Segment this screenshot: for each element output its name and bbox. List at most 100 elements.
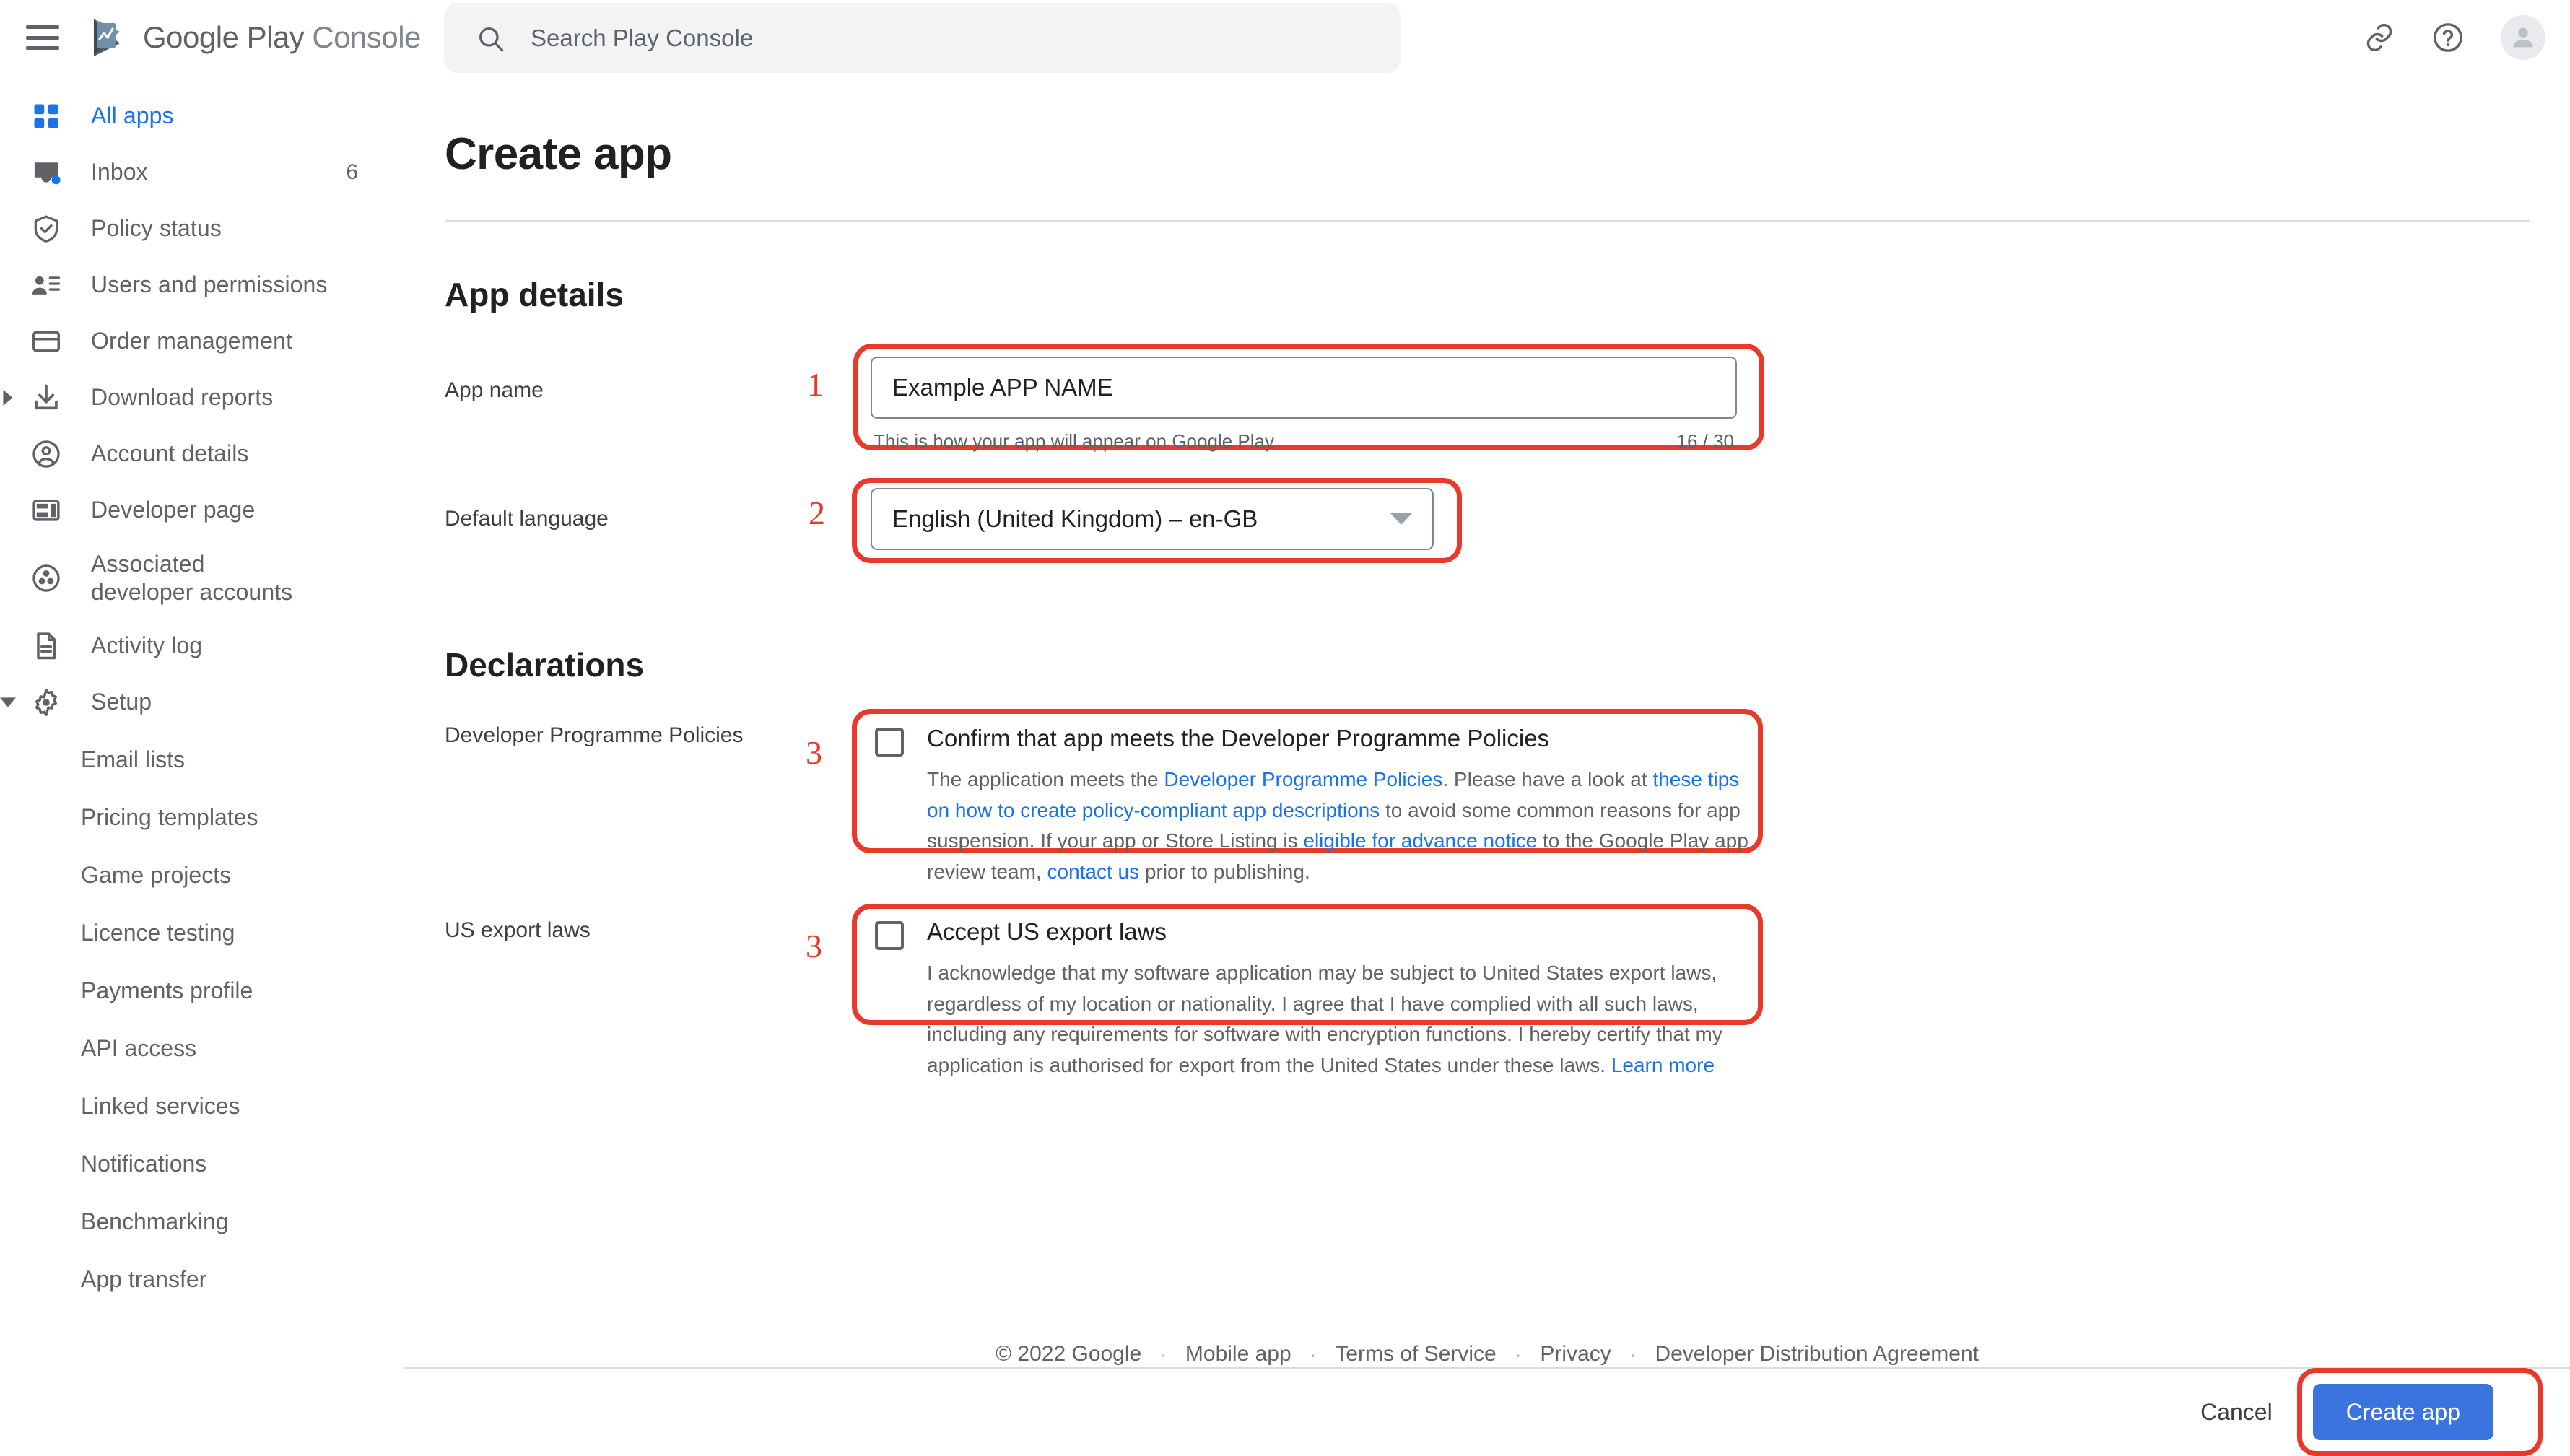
policies-text-5: prior to publishing.: [1139, 860, 1310, 883]
sidebar-item-order-management[interactable]: Order management: [0, 313, 404, 370]
top-bar-actions: [2364, 0, 2545, 75]
footer-link-mobile-app[interactable]: Mobile app: [1185, 1342, 1291, 1366]
grid-apps-icon: [26, 96, 66, 136]
sidebar-item-download-reports[interactable]: Download reports: [0, 370, 404, 426]
footer-separator: ·: [1630, 1343, 1637, 1366]
sidebar-item-setup[interactable]: Setup: [0, 674, 404, 731]
sidebar-subitem-email-lists[interactable]: Email lists: [0, 731, 404, 788]
inbox-badge-count: 6: [346, 160, 358, 185]
sidebar-item-label: Users and permissions: [91, 271, 328, 299]
app-name-character-counter: 16 / 30: [1676, 430, 1734, 453]
app-name-value: Example APP NAME: [892, 374, 1113, 401]
avatar[interactable]: [2501, 15, 2545, 60]
policies-description: The application meets the Developer Prog…: [927, 764, 1757, 887]
sidebar-subitem-licence-testing[interactable]: Licence testing: [0, 904, 404, 962]
footer-link-developer-distribution-agreement[interactable]: Developer Distribution Agreement: [1655, 1342, 1979, 1366]
us-export-laws-checkbox-title: Accept US export laws: [927, 917, 1750, 946]
sidebar-subitem-notifications[interactable]: Notifications: [0, 1135, 404, 1193]
sidebar-subitem-api-access[interactable]: API access: [0, 1019, 404, 1077]
us-export-laws-checkbox[interactable]: [875, 921, 904, 950]
brand-logo[interactable]: Google PlayConsole: [91, 17, 421, 58]
shield-check-icon: [26, 209, 66, 249]
sidebar-item-label: Associated developer accounts: [91, 550, 308, 606]
google-play-logo-icon: [91, 17, 128, 58]
sidebar-item-users-and-permissions[interactable]: Users and permissions: [0, 257, 404, 313]
footer-separator: ·: [1310, 1343, 1317, 1366]
sidebar-item-account-details[interactable]: Account details: [0, 426, 404, 482]
sidebar-item-activity-log[interactable]: Activity log: [0, 618, 404, 674]
default-language-select[interactable]: English (United Kingdom) – en-GB: [871, 488, 1434, 550]
cancel-button[interactable]: Cancel: [2200, 1399, 2273, 1426]
policies-text-2: . Please have a look at: [1442, 768, 1652, 790]
page-title: Create app: [445, 128, 2570, 180]
sidebar-item-policy-status[interactable]: Policy status: [0, 201, 404, 257]
credit-card-icon: [26, 321, 66, 362]
sidebar-item-label: Policy status: [91, 214, 222, 243]
export-text-1: I acknowledge that my software applicati…: [927, 962, 1722, 1076]
top-app-bar: Google PlayConsole Search Play Console: [0, 0, 2570, 75]
default-language-label: Default language: [404, 507, 765, 531]
section-title-declarations: Declarations: [445, 645, 644, 684]
chevron-down-icon[interactable]: [0, 693, 17, 712]
footer-copyright: © 2022 Google: [996, 1342, 1141, 1366]
sidebar-item-label: Developer page: [91, 496, 255, 524]
annotation-marker-3a: 3: [806, 733, 822, 772]
brand-google-play-text: Google Play: [143, 20, 304, 54]
search-placeholder-text: Search Play Console: [531, 25, 753, 52]
chevron-right-icon[interactable]: [0, 388, 17, 407]
sidebar-subitem-app-transfer[interactable]: App transfer: [0, 1250, 404, 1308]
sidebar-subitem-benchmarking[interactable]: Benchmarking: [0, 1193, 404, 1250]
app-name-input[interactable]: Example APP NAME: [871, 357, 1737, 419]
inbox-icon: [26, 152, 66, 193]
developer-programme-policies-link[interactable]: Developer Programme Policies: [1164, 768, 1442, 790]
app-name-help-text: This is how your app will appear on Goog…: [874, 430, 1274, 453]
search-icon: [476, 24, 505, 53]
annotation-marker-1: 1: [807, 365, 824, 404]
us-export-laws-label: US export laws: [404, 918, 765, 943]
main-content: Create app App details App name 1 Exampl…: [404, 75, 2570, 1367]
bottom-action-bar: Cancel Create app: [404, 1367, 2570, 1455]
search-input[interactable]: Search Play Console: [444, 3, 1401, 73]
sidebar-subitem-game-projects[interactable]: Game projects: [0, 846, 404, 904]
policies-checkbox[interactable]: [875, 728, 904, 757]
sidebar-subitem-linked-services[interactable]: Linked services: [0, 1077, 404, 1135]
sidebar-item-all-apps[interactable]: All apps: [0, 88, 404, 144]
sidebar-item-label: Inbox: [91, 158, 148, 186]
associated-accounts-icon: [26, 558, 66, 598]
download-icon: [26, 378, 66, 418]
policies-text-1: The application meets the: [927, 768, 1164, 790]
advance-notice-link[interactable]: eligible for advance notice: [1303, 829, 1537, 852]
annotation-marker-3b: 3: [806, 927, 822, 965]
learn-more-link[interactable]: Learn more: [1611, 1054, 1715, 1076]
gear-icon: [26, 682, 66, 723]
sidebar-item-inbox[interactable]: Inbox 6: [0, 144, 404, 201]
help-circle-icon[interactable]: [2431, 21, 2465, 54]
policies-checkbox-title: Confirm that app meets the Developer Pro…: [927, 723, 1757, 753]
sidebar-item-label: Setup: [91, 688, 152, 716]
footer-separator: ·: [1160, 1343, 1167, 1366]
brand-console-text: Console: [312, 20, 421, 54]
contact-us-link[interactable]: contact us: [1047, 860, 1140, 883]
sidebar-item-label: Order management: [91, 327, 292, 355]
footer-separator: ·: [1515, 1343, 1522, 1366]
sidebar-item-label: All apps: [91, 102, 174, 130]
create-app-button[interactable]: Create app: [2313, 1384, 2493, 1440]
users-permissions-icon: [26, 265, 66, 305]
sidebar-item-label: Account details: [91, 440, 249, 468]
chevron-down-icon: [1390, 513, 1412, 525]
footer-link-privacy[interactable]: Privacy: [1540, 1342, 1611, 1366]
sidebar-item-label: Activity log: [91, 632, 202, 660]
sidebar-subitem-pricing-templates[interactable]: Pricing templates: [0, 788, 404, 846]
sidebar-item-developer-page[interactable]: Developer page: [0, 482, 404, 539]
sidebar-navigation: All apps Inbox 6 Policy status: [0, 75, 404, 1455]
footer-link-terms-of-service[interactable]: Terms of Service: [1335, 1342, 1496, 1366]
default-language-value: English (United Kingdom) – en-GB: [892, 505, 1258, 533]
section-title-app-details: App details: [445, 275, 2570, 314]
app-name-label: App name: [404, 378, 765, 403]
hamburger-menu-icon[interactable]: [26, 25, 59, 50]
us-export-laws-description: I acknowledge that my software applicati…: [927, 958, 1750, 1081]
sidebar-item-associated-developer-accounts[interactable]: Associated developer accounts: [0, 539, 404, 618]
link-icon[interactable]: [2364, 22, 2395, 53]
sidebar-subitem-payments-profile[interactable]: Payments profile: [0, 962, 404, 1019]
document-icon: [26, 626, 66, 666]
